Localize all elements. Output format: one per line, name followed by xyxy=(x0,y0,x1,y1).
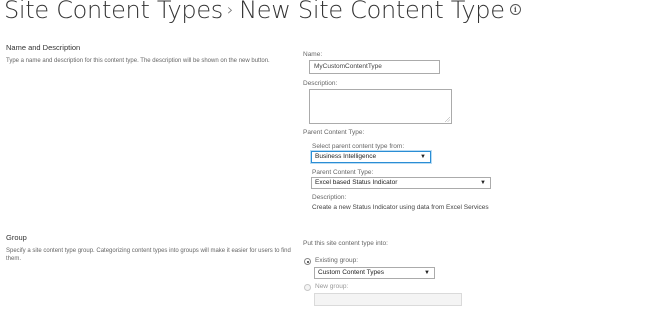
existing-group-value: Custom Content Types xyxy=(318,269,384,276)
parent-description-label: Description: xyxy=(312,194,347,201)
new-group-input[interactable] xyxy=(314,293,462,306)
page-title-text: New Site Content Type xyxy=(239,0,505,24)
parent-description-value: Create a new Status Indicator using data… xyxy=(312,204,489,211)
select-parent-from-label: Select parent content type from: xyxy=(312,143,405,150)
existing-group-radio[interactable] xyxy=(304,258,311,265)
parent-content-type-value: Excel based Status Indicator xyxy=(315,179,398,186)
name-description-section-desc: Type a name and description for this con… xyxy=(6,58,270,64)
parent-content-type-dropdown[interactable]: Excel based Status Indicator ▼ xyxy=(311,177,491,189)
select-parent-group-value: Business Intelligence xyxy=(315,153,377,160)
resize-grip-icon[interactable] xyxy=(445,117,450,122)
description-textarea[interactable] xyxy=(309,89,452,124)
chevron-down-icon: ▼ xyxy=(424,270,430,276)
parent-content-type-heading: Parent Content Type: xyxy=(303,129,365,136)
description-label: Description: xyxy=(303,80,338,87)
put-into-label: Put this site content type into: xyxy=(303,240,388,247)
breadcrumb-site-content-types[interactable]: Site Content Types xyxy=(4,0,223,24)
name-label: Name: xyxy=(303,51,323,58)
breadcrumb-separator-icon: › xyxy=(227,0,234,19)
group-section-desc: Specify a site content type group. Categ… xyxy=(6,248,291,262)
parent-content-type-label: Parent Content Type: xyxy=(312,169,374,176)
existing-group-dropdown[interactable]: Custom Content Types ▼ xyxy=(314,267,435,279)
chevron-down-icon: ▼ xyxy=(420,154,426,160)
select-parent-group-dropdown[interactable]: Business Intelligence ▼ xyxy=(311,151,431,163)
group-section-title: Group xyxy=(6,233,27,242)
name-input[interactable]: MyCustomContentType xyxy=(309,60,440,74)
page-title: Site Content Types › New Site Content Type… xyxy=(4,0,521,24)
new-group-radio[interactable] xyxy=(304,284,311,291)
new-group-label: New group: xyxy=(315,283,349,290)
info-icon[interactable]: i xyxy=(509,4,521,15)
existing-group-label: Existing group: xyxy=(315,257,358,264)
name-description-section-title: Name and Description xyxy=(6,43,81,52)
chevron-down-icon: ▼ xyxy=(480,180,486,186)
